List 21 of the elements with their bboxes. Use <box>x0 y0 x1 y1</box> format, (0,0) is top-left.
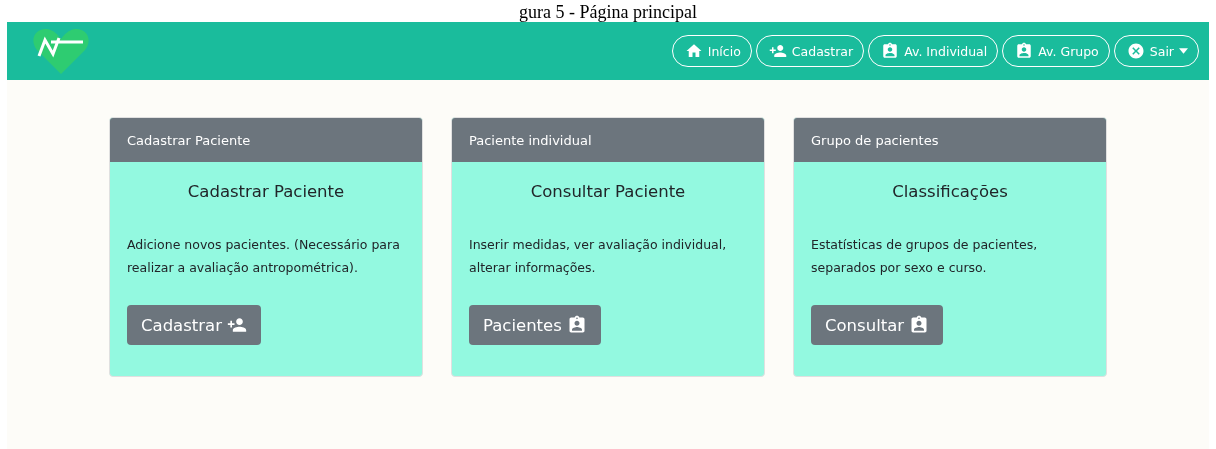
close-icon <box>1126 42 1145 60</box>
card-button[interactable]: Pacientes <box>469 305 601 345</box>
card-text: Adicione novos pacientes. (Necessário para realizar a avaliação antropométrica). <box>127 236 401 277</box>
card-header-text: Grupo de pacientes <box>811 132 939 148</box>
heart-logo-icon <box>31 26 91 76</box>
card-title: Cadastrar Paciente <box>186 182 346 201</box>
figure-caption: gura 5 - Página principal <box>519 2 697 22</box>
badge-icon <box>909 315 930 335</box>
add-person-icon <box>768 42 787 60</box>
add-person-icon <box>226 315 247 335</box>
card-title: Classificações <box>891 182 1009 201</box>
card-button[interactable]: Cadastrar <box>127 305 261 345</box>
card-title: Consultar Paciente <box>529 182 687 201</box>
badge-icon <box>1015 42 1034 60</box>
card-header-text: Paciente individual <box>469 132 592 148</box>
card-text: Estatísticas de grupos de pacientes, separados por sexo e curso. <box>811 236 1039 277</box>
card-button[interactable]: Consultar <box>811 305 944 345</box>
home-icon <box>684 42 703 60</box>
card-header-text: Cadastrar Paciente <box>127 132 251 148</box>
badge-icon <box>881 42 900 60</box>
card-text: Inserir medidas, ver avaliação individual, alterar informações. <box>469 236 728 277</box>
